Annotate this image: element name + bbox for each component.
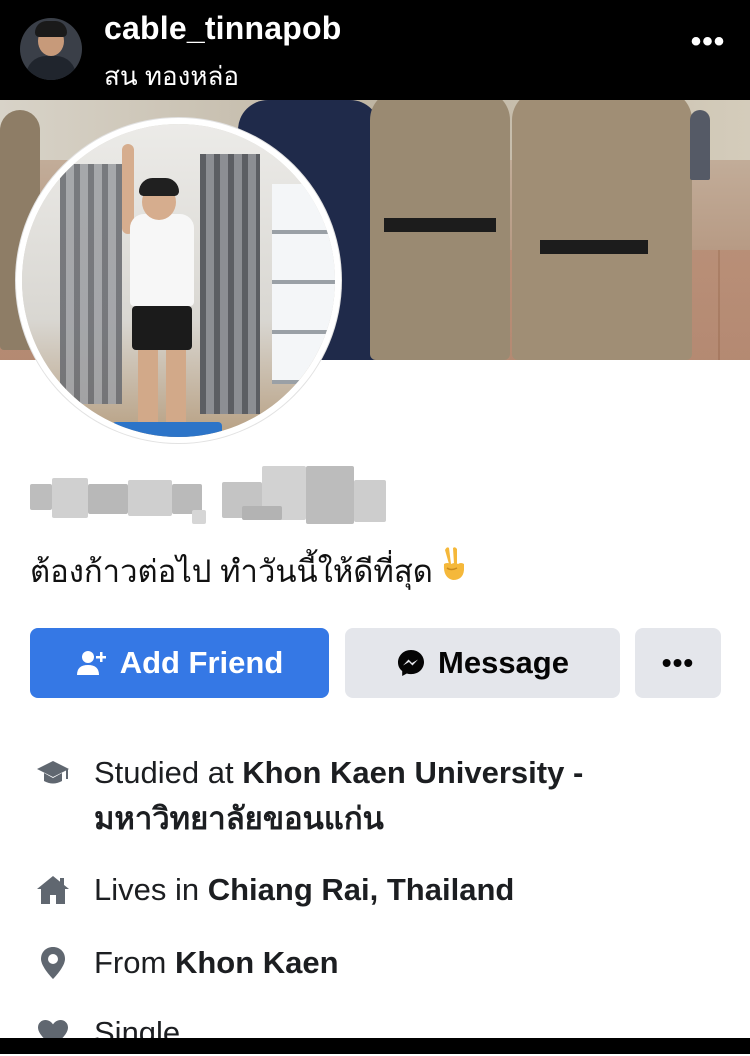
home-icon (30, 867, 76, 913)
message-label: Message (438, 645, 569, 680)
profile-picture[interactable] (16, 118, 341, 443)
story-subtitle: สน ทองหล่อ (104, 61, 240, 91)
victory-hand-emoji (439, 546, 469, 590)
from-place[interactable]: Khon Kaen (175, 945, 339, 980)
from-prefix: From (94, 945, 175, 980)
profile-bio: ต้องก้าวต่อไป ทำวันนี้ให้ดีที่สุด (30, 546, 469, 596)
bio-text: ต้องก้าวต่อไป ทำวันนี้ให้ดีที่สุด (30, 554, 433, 589)
info-from[interactable]: From Khon Kaen (30, 940, 730, 986)
info-lives-in[interactable]: Lives in Chiang Rai, Thailand (30, 867, 730, 913)
add-friend-button[interactable]: Add Friend (30, 628, 329, 698)
message-button[interactable]: Message (345, 628, 620, 698)
profile-name-redacted (30, 466, 390, 532)
story-header: cable_tinnapob สน ทองหล่อ ••• (0, 0, 750, 100)
location-pin-icon (30, 940, 76, 986)
messenger-icon (396, 648, 426, 678)
story-avatar[interactable] (20, 18, 82, 80)
bottom-bar (0, 1038, 750, 1054)
add-person-icon (76, 649, 108, 677)
graduation-cap-icon (30, 750, 76, 796)
more-options-icon[interactable]: ••• (688, 27, 728, 60)
lives-prefix: Lives in (94, 872, 208, 907)
lives-place[interactable]: Chiang Rai, Thailand (208, 872, 515, 907)
education-prefix: Studied at (94, 755, 243, 790)
add-friend-label: Add Friend (119, 645, 284, 680)
more-actions-button[interactable]: ••• (635, 628, 721, 698)
info-education[interactable]: Studied at Khon Kaen University - มหาวิท… (30, 750, 730, 842)
story-username[interactable]: cable_tinnapob (104, 10, 342, 47)
